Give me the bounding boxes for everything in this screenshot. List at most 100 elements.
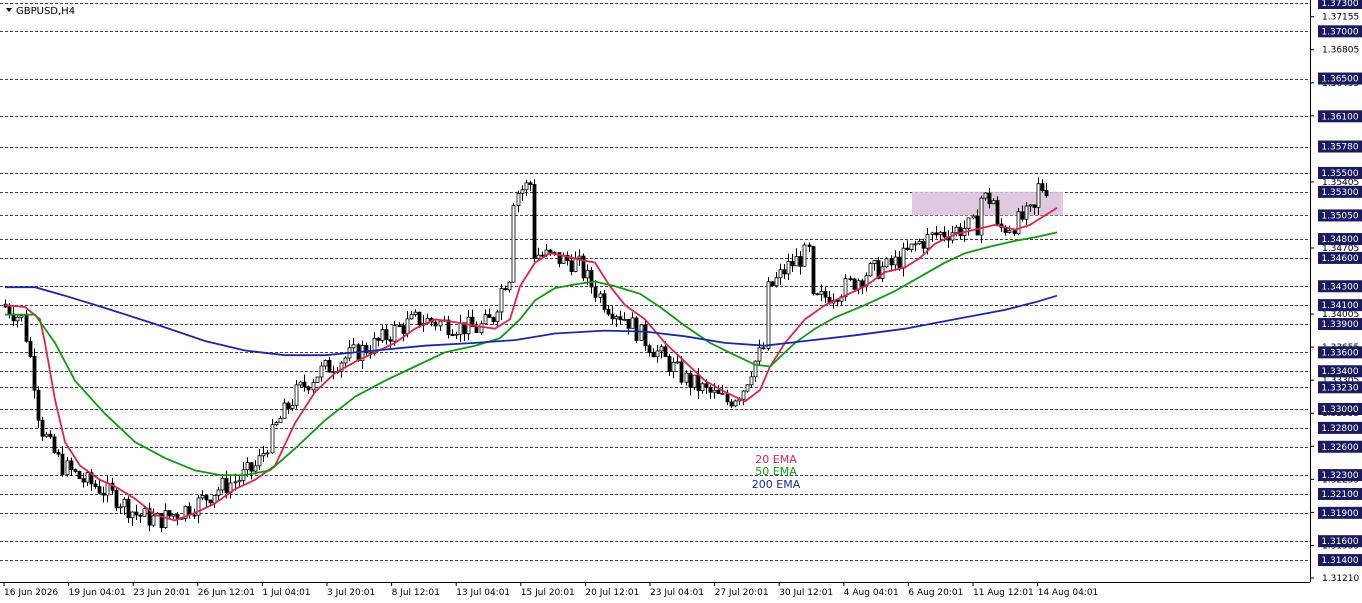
level-label-text: 1.35050 (1321, 211, 1358, 221)
candle-body (516, 192, 521, 206)
candle-body (975, 215, 980, 236)
candle-body (790, 260, 795, 267)
candle-body (971, 215, 976, 219)
candle-body (409, 314, 414, 320)
candle-body (966, 217, 971, 229)
candle-body (85, 472, 90, 483)
candle-body (97, 486, 102, 494)
candle-body (302, 381, 307, 388)
candle-body (495, 311, 500, 323)
candle-body (306, 386, 311, 391)
candle-body (958, 226, 963, 237)
candle-body (175, 514, 180, 519)
candle-body (278, 417, 283, 423)
candle-body (684, 372, 689, 383)
candle-body (171, 514, 176, 517)
candle-body (327, 359, 332, 373)
candle-body (93, 483, 98, 488)
candle-body (413, 311, 418, 316)
price-chart[interactable]: 1.371551.368051.364551.361051.354051.347… (0, 0, 1362, 603)
symbol-title: GBPUSD,H4 (16, 6, 75, 17)
x-tick-label: 4 Aug 04:01 (844, 588, 899, 598)
candle-body (622, 318, 627, 321)
candle-body (794, 256, 799, 267)
x-tick-label: 1 Jul 04:01 (262, 588, 310, 598)
level-label-text: 1.32100 (1321, 490, 1358, 500)
candle-body (265, 452, 270, 455)
candle-body (36, 389, 41, 421)
candle-body (126, 498, 131, 519)
candle-body (282, 402, 287, 419)
candle-body (548, 249, 553, 253)
candle-body (450, 334, 455, 336)
candle-body (454, 333, 459, 336)
candle-body (101, 492, 106, 496)
candle-body (782, 269, 787, 275)
candle-body (298, 381, 303, 386)
candle-body (761, 347, 766, 350)
candle-body (200, 495, 205, 499)
candle-body (893, 256, 898, 266)
candle-body (487, 314, 492, 318)
candle-body (811, 246, 816, 295)
candle-body (1036, 183, 1041, 208)
candle-body (770, 281, 775, 287)
candle-body (618, 316, 623, 321)
candle-body (634, 317, 639, 341)
x-tick-label: 11 Aug 12:01 (973, 588, 1034, 598)
candle-body (610, 313, 615, 320)
candle-body (376, 337, 381, 341)
candle-body (81, 478, 86, 483)
candle-body (540, 254, 545, 257)
candle-body (872, 260, 877, 264)
candle-body (286, 402, 291, 409)
candle-body (671, 361, 676, 372)
candle-body (884, 258, 889, 268)
candle-body (639, 324, 644, 341)
candle-body (130, 511, 135, 519)
candle-body (397, 325, 402, 327)
candle-body (749, 376, 754, 386)
level-label-text: 1.32300 (1321, 471, 1358, 481)
candle-body (626, 318, 631, 329)
candle-body (401, 325, 406, 334)
candle-body (270, 424, 275, 454)
candle-body (163, 510, 168, 529)
level-label-text: 1.34600 (1321, 254, 1358, 264)
candle-body (979, 197, 984, 236)
level-label-text: 1.31400 (1321, 556, 1358, 566)
candle-body (848, 278, 853, 281)
candle-body (7, 306, 12, 315)
level-label-text: 1.34800 (1321, 235, 1358, 245)
candle-body (757, 347, 762, 362)
candle-body (987, 192, 992, 205)
candle-body (1020, 211, 1025, 220)
candle-body (392, 325, 397, 342)
candle-body (983, 192, 988, 199)
level-label-text: 1.34300 (1321, 282, 1358, 292)
candle-body (233, 481, 238, 484)
x-tick-label: 8 Jul 12:01 (392, 588, 440, 598)
level-label-text: 1.31900 (1321, 509, 1358, 519)
candle-body (224, 477, 229, 494)
x-tick-label: 6 Aug 20:01 (908, 588, 963, 598)
candle-body (889, 258, 894, 266)
candle-body (60, 453, 65, 476)
candle-body (823, 291, 828, 298)
candle-body (659, 346, 664, 352)
candle-body (311, 382, 316, 391)
candle-body (917, 240, 922, 245)
candle-body (630, 317, 635, 329)
x-tick-label: 23 Jun 20:01 (133, 588, 190, 598)
candle-body (679, 361, 684, 383)
candle-body (294, 384, 299, 406)
level-label-text: 1.35500 (1321, 169, 1358, 179)
candle-body (852, 278, 857, 290)
candle-body (216, 489, 221, 496)
candle-body (40, 419, 45, 437)
candle-body (925, 234, 930, 249)
symbol-header[interactable]: GBPUSD,H4 (6, 6, 75, 17)
candle-body (802, 244, 807, 267)
candle-body (220, 477, 225, 491)
candle-body (602, 293, 607, 310)
